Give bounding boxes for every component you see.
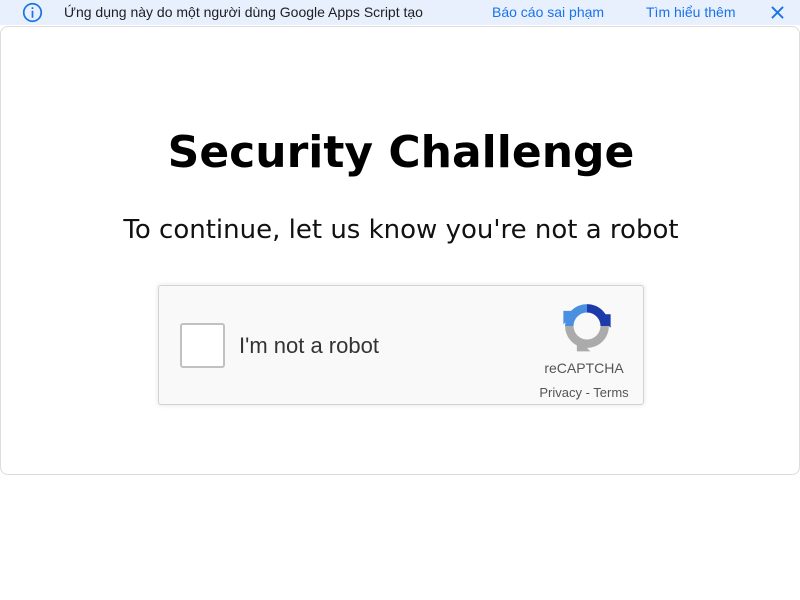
notice-banner: Ứng dụng này do một người dùng Google Ap… bbox=[0, 0, 800, 25]
not-robot-label: I'm not a robot bbox=[239, 333, 379, 358]
recaptcha-brand: reCAPTCHA bbox=[544, 360, 624, 376]
recaptcha-widget: I'm not a robot reCAPTCHA Privacy - Term… bbox=[158, 285, 644, 405]
report-abuse-link[interactable]: Báo cáo sai phạm bbox=[492, 4, 604, 20]
links-separator: - bbox=[581, 385, 594, 400]
challenge-card: Security Challenge To continue, let us k… bbox=[0, 26, 800, 475]
info-icon bbox=[22, 2, 43, 23]
learn-more-link[interactable]: Tìm hiểu thêm bbox=[646, 4, 735, 20]
page-subtitle: To continue, let us know you're not a ro… bbox=[123, 215, 679, 245]
page-title: Security Challenge bbox=[167, 127, 635, 178]
recaptcha-links: Privacy - Terms bbox=[529, 385, 639, 400]
close-icon[interactable] bbox=[768, 3, 787, 22]
recaptcha-logo-icon bbox=[563, 304, 611, 352]
privacy-link[interactable]: Privacy bbox=[539, 385, 582, 400]
not-robot-checkbox[interactable] bbox=[180, 323, 225, 368]
terms-link[interactable]: Terms bbox=[593, 385, 628, 400]
banner-text: Ứng dụng này do một người dùng Google Ap… bbox=[64, 4, 423, 20]
